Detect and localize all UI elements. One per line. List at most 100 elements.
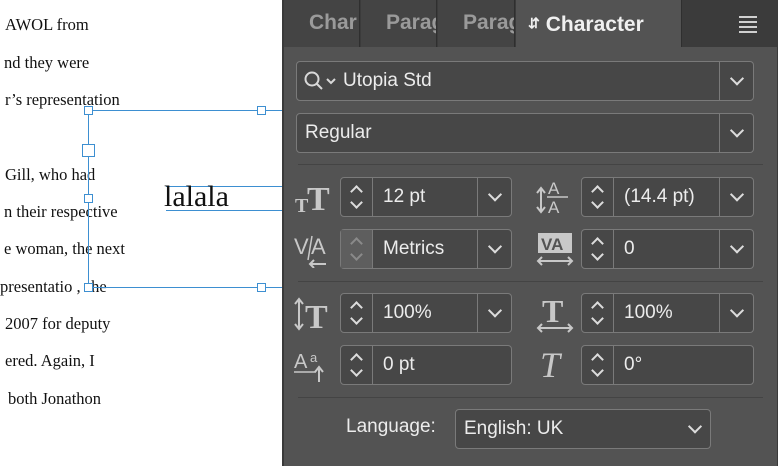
svg-text:A: A — [548, 179, 560, 198]
svg-text:T: T — [542, 294, 563, 329]
selection-handle[interactable] — [84, 283, 93, 292]
chevron-down-icon — [487, 187, 502, 202]
skew-value: 0° — [624, 354, 643, 375]
doc-text-line: n their respective — [4, 202, 118, 221]
tab-character-1[interactable]: Char — [284, 0, 360, 47]
svg-text:A: A — [294, 351, 308, 373]
tracking-icon: VA — [536, 231, 576, 272]
divider — [298, 281, 763, 282]
svg-text:a: a — [310, 350, 318, 365]
tab-character-active[interactable]: ⇵ Character — [516, 0, 682, 47]
font-style-dropdown[interactable] — [719, 114, 753, 152]
tab-paragraph-1[interactable]: Parag — [361, 0, 437, 47]
language-value: English: UK — [464, 418, 564, 439]
tab-label: Character — [545, 13, 644, 36]
tab-paragraph-2[interactable]: Parag — [438, 0, 515, 47]
font-size-dropdown[interactable] — [477, 178, 511, 216]
horizontal-scale-icon: T — [536, 293, 576, 339]
chevron-down-icon — [729, 187, 744, 202]
kerning-stepper[interactable] — [341, 230, 373, 268]
chevron-down-icon — [687, 419, 703, 434]
divider — [298, 397, 763, 398]
kerning-value: Metrics — [383, 238, 445, 259]
tab-label: Parag — [386, 11, 436, 34]
horizontal-scale-field[interactable]: 100% — [581, 293, 754, 333]
kerning-field[interactable]: Metrics — [340, 229, 512, 269]
font-size-field[interactable]: 12 pt — [340, 177, 512, 217]
chevron-down-icon — [487, 239, 502, 254]
leading-value: (14.4 pt) — [624, 186, 695, 207]
font-style-field[interactable]: Regular — [296, 113, 754, 153]
horizontal-scale-dropdown[interactable] — [719, 294, 753, 332]
kerning-icon: VA — [294, 232, 330, 273]
hamburger-menu-icon[interactable] — [739, 16, 757, 36]
chevron-down-icon — [729, 239, 744, 254]
doc-text-line: Gill, who had — [5, 165, 96, 184]
svg-text:T: T — [540, 345, 563, 383]
font-size-stepper[interactable] — [341, 178, 373, 216]
language-select[interactable]: English: UK — [455, 409, 711, 449]
doc-text-line: ered. Again, I — [5, 351, 95, 370]
vertical-scale-stepper[interactable] — [341, 294, 373, 332]
skew-icon: T — [538, 345, 574, 388]
tab-drag-icon[interactable]: ⇵ — [528, 0, 540, 46]
font-size-icon: TT — [295, 181, 331, 220]
tab-label: Char — [309, 11, 357, 34]
doc-text-line: r’s representation — [5, 90, 120, 109]
tracking-stepper[interactable] — [582, 230, 614, 268]
font-family-value: Utopia Std — [343, 70, 432, 91]
selection-handle[interactable] — [82, 144, 95, 157]
baseline-shift-stepper[interactable] — [341, 346, 373, 384]
doc-text-line: nd they were — [4, 53, 90, 72]
chevron-down-icon — [487, 303, 502, 318]
doc-text-line: both Jonathon — [8, 389, 102, 408]
svg-text:A: A — [548, 198, 560, 215]
svg-text:V: V — [294, 234, 309, 259]
font-family-field[interactable]: Utopia Std — [296, 61, 754, 101]
font-family-dropdown[interactable] — [719, 62, 753, 100]
chevron-down-icon — [729, 303, 744, 318]
leading-icon: AA — [536, 177, 572, 220]
font-style-value: Regular — [305, 122, 372, 143]
horizontal-scale-value: 100% — [624, 302, 673, 323]
baseline-shift-value: 0 pt — [383, 354, 415, 375]
frame-text[interactable]: lalala — [164, 180, 229, 214]
character-panel: Char Parag Parag ⇵Character Utopia Std R… — [282, 0, 778, 466]
vertical-scale-field[interactable]: 100% — [340, 293, 512, 333]
doc-text-line: e woman, the next — [4, 239, 125, 258]
selection-handle[interactable] — [257, 283, 266, 292]
svg-text:A: A — [311, 234, 326, 259]
vertical-scale-dropdown[interactable] — [477, 294, 511, 332]
svg-text:T: T — [307, 181, 330, 215]
skew-stepper[interactable] — [582, 346, 614, 384]
horizontal-scale-stepper[interactable] — [582, 294, 614, 332]
document-canvas[interactable]: AWOL from nd they were r’s representatio… — [0, 0, 288, 466]
doc-text-line: AWOL from — [5, 15, 89, 34]
tracking-dropdown[interactable] — [719, 230, 753, 268]
selection-handle[interactable] — [257, 106, 266, 115]
panel-tab-bar: Char Parag Parag ⇵Character — [284, 0, 777, 47]
leading-stepper[interactable] — [582, 178, 614, 216]
doc-text-line: 2007 for deputy — [5, 314, 111, 333]
svg-text:T: T — [305, 299, 328, 332]
vertical-scale-icon: T — [294, 296, 330, 337]
search-icon[interactable] — [303, 70, 341, 98]
tracking-field[interactable]: 0 — [581, 229, 754, 269]
vertical-scale-value: 100% — [383, 302, 432, 323]
leading-dropdown[interactable] — [719, 178, 753, 216]
leading-field[interactable]: (14.4 pt) — [581, 177, 754, 217]
svg-text:VA: VA — [541, 235, 563, 254]
selection-handle[interactable] — [84, 194, 93, 203]
selection-handle[interactable] — [84, 106, 93, 115]
kerning-dropdown[interactable] — [477, 230, 511, 268]
baseline-shift-field[interactable]: 0 pt — [340, 345, 512, 385]
skew-field[interactable]: 0° — [581, 345, 754, 385]
chevron-down-icon — [729, 123, 744, 138]
divider — [298, 164, 763, 165]
baseline-shift-icon: Aa — [294, 348, 330, 389]
font-size-value: 12 pt — [383, 186, 426, 207]
tab-label: Parag — [463, 11, 514, 34]
chevron-down-icon — [729, 71, 744, 86]
language-label: Language: — [346, 416, 436, 437]
tracking-value: 0 — [624, 238, 635, 259]
